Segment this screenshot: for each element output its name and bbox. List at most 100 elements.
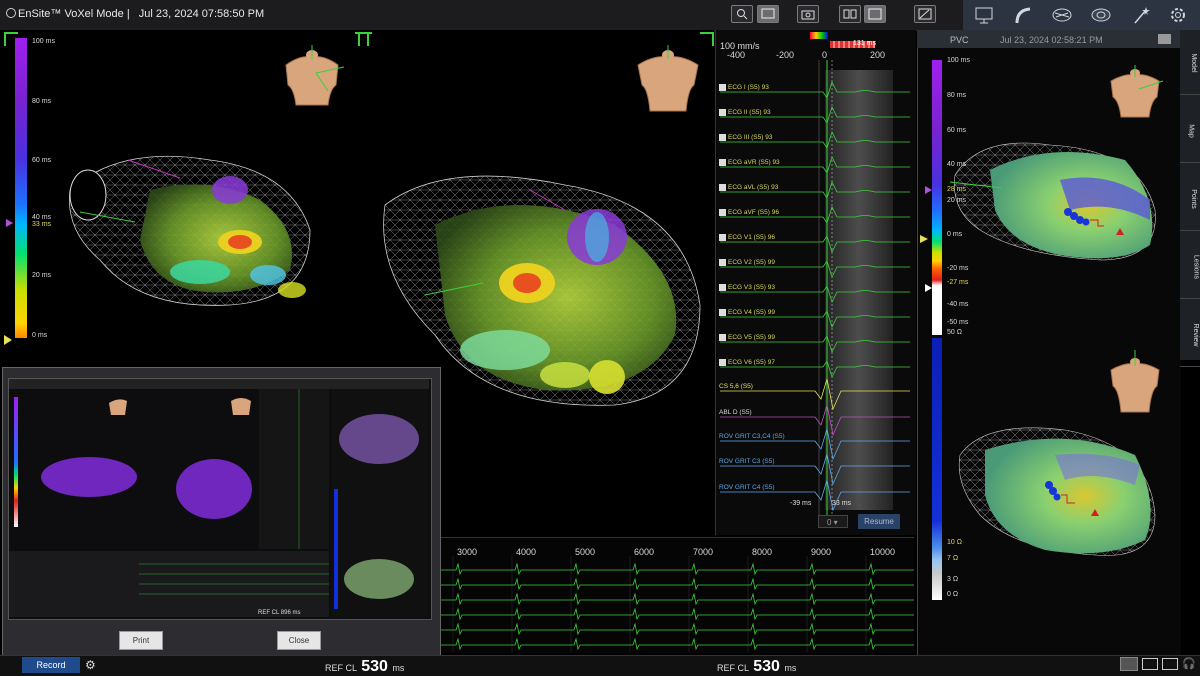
tab-model[interactable]: Model: [1180, 32, 1200, 95]
tab-map[interactable]: Map: [1180, 100, 1200, 163]
lead-checkbox[interactable]: [719, 159, 726, 166]
lead-checkbox[interactable]: [719, 109, 726, 116]
camera-icon[interactable]: [797, 5, 819, 23]
tools-icon[interactable]: [914, 5, 936, 23]
lesion-icon[interactable]: [1130, 4, 1154, 26]
viewport-corner: [700, 32, 714, 46]
lead-name: ECG aVR (S5): [728, 159, 771, 167]
tab-points[interactable]: Points: [1180, 168, 1200, 231]
right-heart-model-bottom[interactable]: [955, 425, 1160, 560]
torso-orientation-icon: [1110, 65, 1164, 118]
tab-lesions[interactable]: Lesions: [1180, 236, 1200, 299]
scale-tick: 60 ms: [947, 127, 967, 134]
lead-value: 99: [767, 259, 775, 267]
lead-value: 93: [761, 84, 769, 92]
resume-button[interactable]: Resume: [858, 514, 900, 529]
lead-value: 97: [767, 359, 775, 367]
headset-icon[interactable]: 🎧: [1182, 657, 1196, 670]
scale-tick: -20 ms: [947, 265, 969, 272]
scale-tick: 20 ms: [32, 272, 52, 279]
strip-trace: [436, 577, 914, 591]
scale-marker-icon[interactable]: [925, 284, 932, 292]
heart-icon[interactable]: [1089, 4, 1113, 26]
strip-trace: [436, 637, 914, 651]
ecg-lead-row[interactable]: ECG V4 (S5) 99: [719, 309, 775, 316]
scale-marker-icon[interactable]: [925, 186, 932, 194]
ecg-lead-row[interactable]: ECG aVR (S5) 93: [719, 159, 780, 166]
window-label: 131 ms: [853, 40, 876, 47]
settings-icon[interactable]: [1166, 4, 1190, 26]
keyboard-icon[interactable]: [1162, 658, 1178, 670]
lead-checkbox[interactable]: [719, 234, 726, 241]
scale-tick: -40 ms: [947, 301, 969, 308]
ecg-lead-row[interactable]: ECG I (S5) 93: [719, 84, 769, 91]
strip-trace: [436, 622, 914, 636]
ecg-lead-row[interactable]: ECG V3 (S5) 93: [719, 284, 775, 291]
ecg-lead-row[interactable]: ECG V6 (S5) 97: [719, 359, 775, 366]
channel-label[interactable]: ROV GRIT C3 (S5): [719, 458, 775, 465]
thumb-ref-cl: REF CL 896 ms: [258, 610, 301, 616]
lead-name: ECG V4 (S5): [728, 309, 766, 317]
scale-marker-icon[interactable]: [6, 219, 13, 227]
lead-checkbox[interactable]: [719, 284, 726, 291]
scale-tick: -50 ms: [947, 319, 969, 326]
right-heart-model-top[interactable]: [950, 140, 1160, 265]
close-button[interactable]: Close: [277, 631, 321, 650]
tab-review[interactable]: Review: [1180, 304, 1200, 367]
lead-name: ECG aVF (S5): [728, 209, 770, 217]
ecg-lead-row[interactable]: ECG II (S5) 93: [719, 109, 771, 116]
ecg-lead-row[interactable]: ECG aVL (S5) 93: [719, 184, 778, 191]
impedance-scale: [932, 338, 942, 600]
lead-checkbox[interactable]: [719, 359, 726, 366]
counter-field[interactable]: 0 ▾: [818, 515, 848, 528]
lead-checkbox[interactable]: [719, 84, 726, 91]
ecg-lead-row[interactable]: ECG V1 (S5) 96: [719, 234, 775, 241]
lead-name: ECG I (S5): [728, 84, 760, 92]
ecg-lead-row[interactable]: ECG III (S5) 93: [719, 134, 772, 141]
channel-label[interactable]: ROV GRIT C3,C4 (S5): [719, 433, 785, 440]
lead-value: 96: [771, 209, 779, 217]
lead-name: ECG V6 (S5): [728, 359, 766, 367]
channel-label[interactable]: ROV GRIT C4 (S5): [719, 484, 775, 491]
lead-name: ECG V5 (S5): [728, 334, 766, 342]
lead-name: ECG V2 (S5): [728, 259, 766, 267]
scale-marker-icon[interactable]: [920, 235, 928, 243]
display-icon[interactable]: [1142, 658, 1158, 670]
message-icon[interactable]: [1120, 657, 1138, 671]
lead-checkbox[interactable]: [719, 134, 726, 141]
window-marker-icon[interactable]: [810, 32, 828, 39]
screen-icon[interactable]: [757, 5, 779, 23]
lead-checkbox[interactable]: [719, 209, 726, 216]
fullscreen-icon[interactable]: [864, 5, 886, 23]
lead-checkbox[interactable]: [719, 184, 726, 191]
viewport-corner: [358, 32, 372, 46]
lead-checkbox[interactable]: [719, 334, 726, 341]
tab-label: Map: [1187, 124, 1195, 138]
scale-marker-icon[interactable]: [4, 335, 12, 345]
dual-view-icon[interactable]: [839, 5, 861, 23]
ref-cl-readout: REF CL 530 ms: [325, 658, 404, 676]
print-button[interactable]: Print: [119, 631, 163, 650]
lead-checkbox[interactable]: [719, 309, 726, 316]
heart-map-icon[interactable]: [1050, 4, 1074, 26]
channel-label[interactable]: ABL D (S5): [719, 409, 752, 416]
lead-checkbox[interactable]: [719, 259, 726, 266]
ecg-lead-row[interactable]: ECG V2 (S5) 99: [719, 259, 775, 266]
ecg-axis-tick: -200: [776, 50, 795, 60]
scale-tick: 40 ms: [32, 214, 52, 221]
lead-name: ECG V1 (S5): [728, 234, 766, 242]
scale-tick: 0 ms: [32, 332, 48, 339]
gear-icon[interactable]: ⚙: [85, 658, 96, 672]
left-heart-model[interactable]: [60, 150, 320, 320]
ecg-lead-row[interactable]: ECG aVF (S5) 96: [719, 209, 779, 216]
app-name: EnSite™ VoXel Mode |: [18, 8, 130, 20]
catheter-icon[interactable]: [1012, 4, 1036, 26]
ecg-lead-row[interactable]: ECG V5 (S5) 99: [719, 334, 775, 341]
cl-unit: ms: [784, 663, 797, 673]
expand-icon[interactable]: [1158, 34, 1171, 44]
monitor-icon[interactable]: [972, 4, 996, 26]
scale-tick: 60 ms: [32, 157, 52, 164]
search-icon[interactable]: [731, 5, 753, 23]
record-button[interactable]: Record: [22, 657, 80, 673]
channel-label[interactable]: CS 5,6 (S5): [719, 383, 753, 390]
